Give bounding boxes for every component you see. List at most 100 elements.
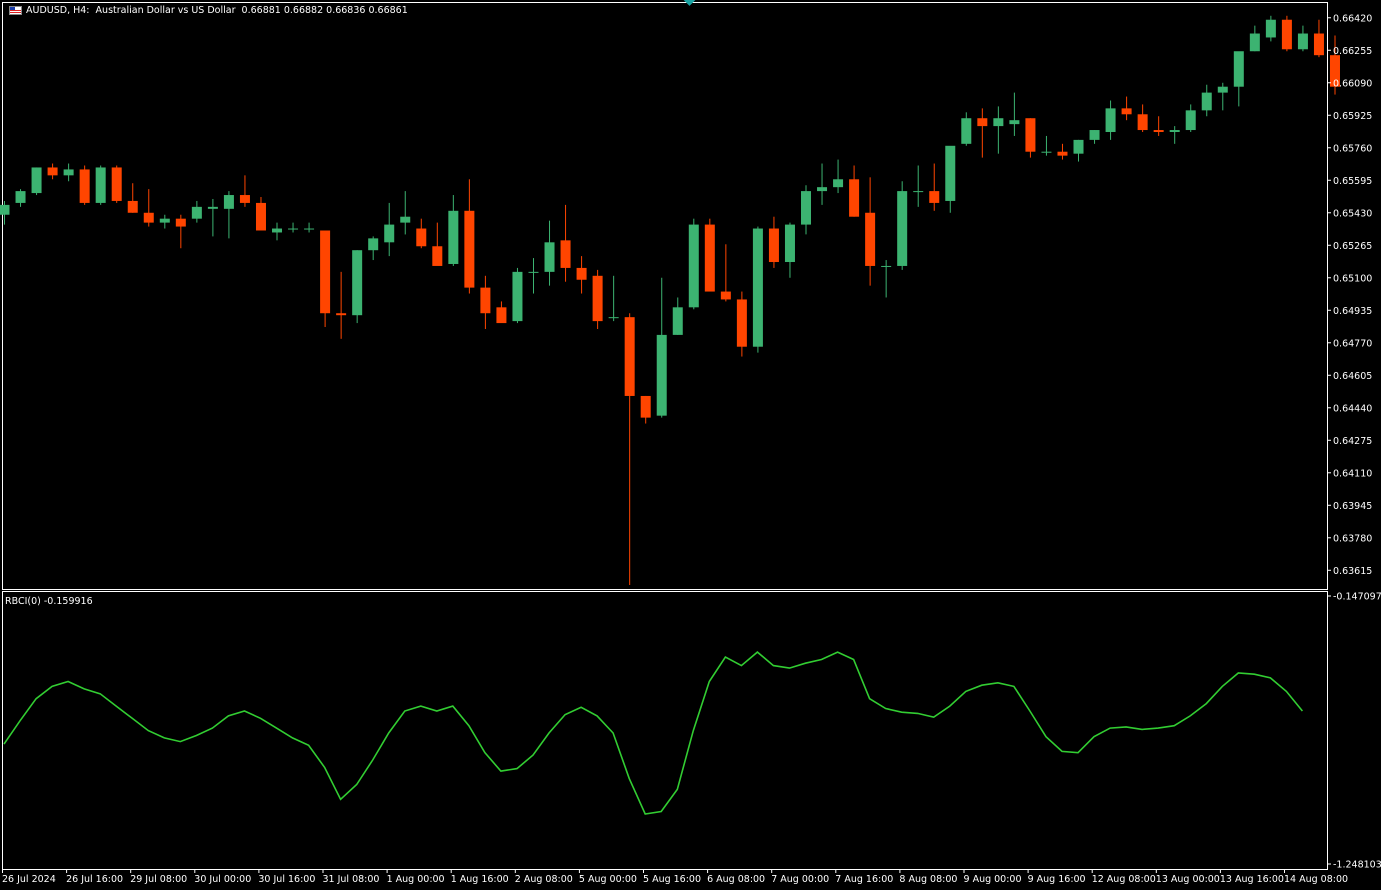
bear-candle bbox=[432, 246, 443, 266]
price-axis-label: 0.64935 bbox=[1333, 306, 1372, 317]
price-axis-label: 0.64605 bbox=[1333, 371, 1372, 382]
bear-candle bbox=[416, 228, 427, 247]
symbol-header: AUDUSD, H4: Australian Dollar vs US Doll… bbox=[26, 5, 408, 16]
time-axis-label: 12 Aug 08:00 bbox=[1092, 874, 1156, 885]
bear-candle bbox=[1025, 118, 1036, 152]
price-axis-label: 0.63615 bbox=[1333, 566, 1372, 577]
price-axis-label: 0.65925 bbox=[1333, 111, 1372, 122]
bear-candle bbox=[1057, 151, 1068, 156]
bull-candle bbox=[881, 265, 892, 267]
indicator-header: RBCI(0) -0.159916 bbox=[5, 596, 93, 607]
indicator-frame bbox=[2, 591, 1328, 870]
price-axis-label: 0.64440 bbox=[1333, 403, 1372, 414]
bull-candle bbox=[672, 307, 683, 335]
bull-candle bbox=[752, 228, 763, 347]
bull-candle bbox=[1041, 151, 1052, 153]
main-chart-frame bbox=[2, 2, 1328, 590]
bear-candle bbox=[704, 224, 715, 292]
bull-candle bbox=[384, 224, 395, 243]
bear-candle bbox=[1281, 19, 1292, 50]
bear-candle bbox=[480, 287, 491, 314]
bear-candle bbox=[849, 179, 860, 217]
bull-candle bbox=[1105, 108, 1116, 133]
price-axis-label: 0.64770 bbox=[1333, 338, 1372, 349]
symbol-description: Australian Dollar vs US Dollar bbox=[95, 5, 236, 16]
time-axis-label: 13 Aug 16:00 bbox=[1220, 874, 1284, 885]
time-axis-label: 26 Jul 2024 bbox=[2, 874, 56, 885]
bear-candle bbox=[127, 200, 138, 213]
symbol-name: AUDUSD, H4: bbox=[26, 5, 90, 16]
price-axis-label: 0.64275 bbox=[1333, 436, 1372, 447]
chart-window[interactable]: 0.66420 0.66255 0.66090 0.65925 0.65760 0.655… bbox=[0, 0, 1381, 890]
bull-candle bbox=[897, 191, 908, 266]
price-axis-label: 0.64110 bbox=[1333, 468, 1372, 479]
bull-candle bbox=[0, 204, 10, 215]
time-axis-label: 1 Aug 00:00 bbox=[387, 874, 445, 885]
price-axis-label: 0.66420 bbox=[1333, 13, 1372, 24]
time-axis-label: 26 Jul 16:00 bbox=[66, 874, 123, 885]
time-axis-label: 30 Jul 00:00 bbox=[194, 874, 251, 885]
bear-candle bbox=[336, 313, 347, 316]
price-chart[interactable]: 0.66420 0.66255 0.66090 0.65925 0.65760 0.655… bbox=[0, 0, 1381, 890]
bull-candle bbox=[817, 187, 828, 192]
bull-candle bbox=[913, 191, 924, 193]
bull-candle bbox=[833, 179, 844, 188]
bull-candle bbox=[1249, 33, 1260, 52]
price-axis-label: 0.63780 bbox=[1333, 533, 1372, 544]
time-axis-label: 31 Jul 08:00 bbox=[323, 874, 380, 885]
ohlc-values: 0.66881 0.66882 0.66836 0.66861 bbox=[241, 5, 408, 16]
bear-candle bbox=[720, 291, 731, 300]
bear-candle bbox=[865, 212, 876, 266]
time-axis-label: 7 Aug 00:00 bbox=[771, 874, 829, 885]
bear-candle bbox=[143, 212, 154, 223]
bear-candle bbox=[560, 240, 571, 268]
bull-candle bbox=[1201, 92, 1212, 111]
bear-candle bbox=[1153, 130, 1164, 133]
bull-candle bbox=[159, 218, 170, 223]
bull-candle bbox=[272, 228, 283, 233]
price-axis-label: 0.65430 bbox=[1333, 208, 1372, 219]
bear-candle bbox=[640, 395, 651, 418]
bear-candle bbox=[239, 195, 250, 203]
bull-candle bbox=[15, 191, 26, 203]
bull-candle bbox=[688, 224, 699, 308]
price-axis-label: 0.65595 bbox=[1333, 176, 1372, 187]
bear-candle bbox=[1121, 108, 1132, 115]
bull-candle bbox=[945, 145, 956, 201]
time-axis-label: 7 Aug 16:00 bbox=[835, 874, 893, 885]
bull-candle bbox=[656, 334, 667, 416]
bear-candle bbox=[624, 317, 635, 396]
indicator-axis-label: -0.147097 bbox=[1333, 592, 1381, 603]
bear-candle bbox=[576, 267, 587, 280]
time-axis-label: 6 Aug 08:00 bbox=[707, 874, 765, 885]
price-axis-label: 0.66090 bbox=[1333, 78, 1372, 89]
bull-candle bbox=[1297, 33, 1308, 50]
bull-candle bbox=[544, 242, 555, 272]
indicator-axis-label: -1.248103 bbox=[1333, 860, 1381, 871]
bear-candle bbox=[47, 167, 58, 176]
price-axis-label: 0.65265 bbox=[1333, 241, 1372, 252]
bull-candle bbox=[288, 228, 299, 230]
bull-candle bbox=[191, 206, 202, 219]
bear-candle bbox=[255, 202, 266, 231]
bull-candle bbox=[352, 250, 363, 316]
bull-candle bbox=[1217, 86, 1228, 93]
bull-candle bbox=[95, 167, 106, 203]
time-axis-label: 8 Aug 08:00 bbox=[899, 874, 957, 885]
bear-candle bbox=[1313, 33, 1324, 56]
bull-candle bbox=[1009, 120, 1020, 125]
bear-candle bbox=[592, 275, 603, 322]
bull-candle bbox=[993, 118, 1004, 127]
bull-candle bbox=[368, 238, 379, 251]
bear-candle bbox=[111, 167, 122, 201]
price-axis-label: 0.65760 bbox=[1333, 143, 1372, 154]
time-axis-label: 9 Aug 00:00 bbox=[964, 874, 1022, 885]
bull-candle bbox=[207, 206, 218, 209]
time-axis-label: 9 Aug 16:00 bbox=[1028, 874, 1086, 885]
bear-candle bbox=[1137, 114, 1148, 131]
bull-candle bbox=[1169, 130, 1180, 133]
bear-candle bbox=[977, 118, 988, 127]
bull-candle bbox=[63, 169, 74, 176]
bull-candle bbox=[528, 271, 539, 273]
indicator-value: -0.159916 bbox=[43, 596, 93, 607]
